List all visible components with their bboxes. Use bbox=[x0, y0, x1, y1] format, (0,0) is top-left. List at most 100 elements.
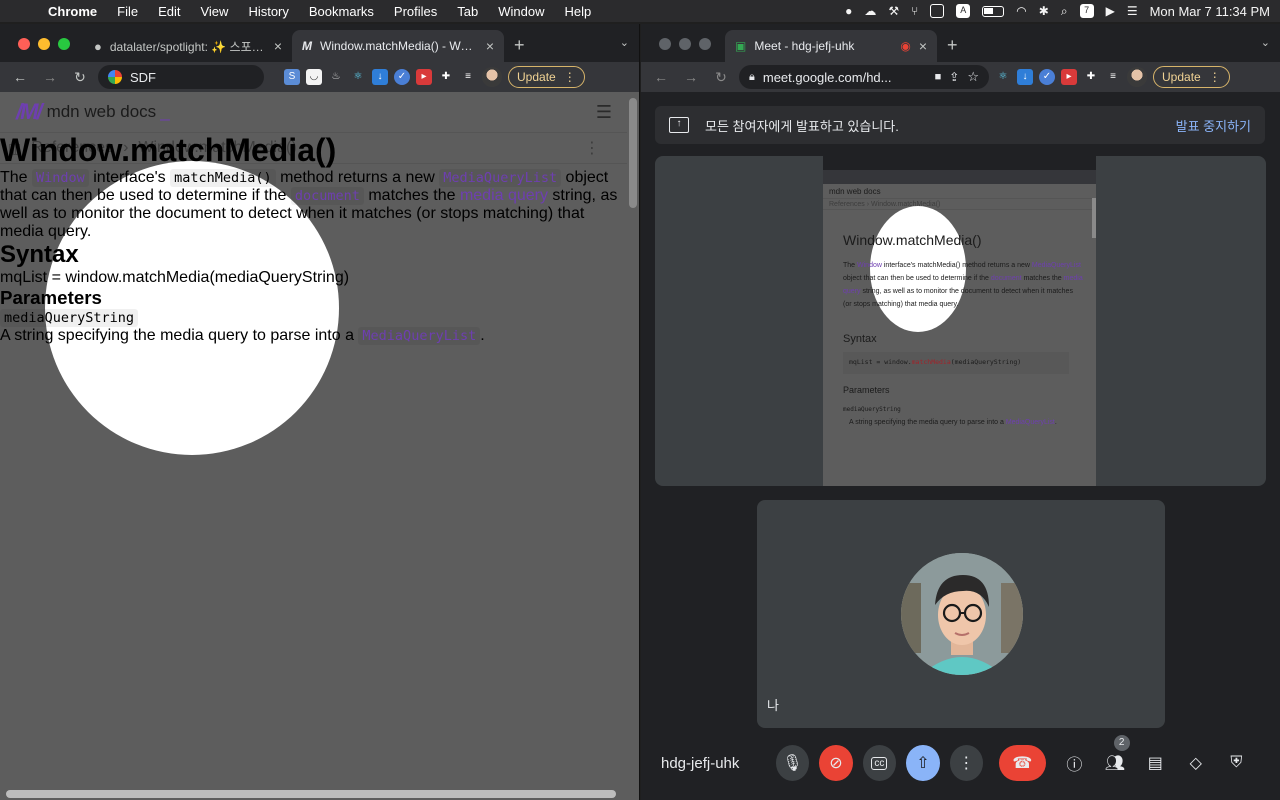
forward-icon[interactable]: → bbox=[38, 69, 62, 85]
menu-file[interactable]: File bbox=[107, 4, 148, 19]
extensions-puzzle-icon[interactable]: ✚ bbox=[438, 69, 454, 85]
hamburger-menu-icon[interactable]: ☰ bbox=[596, 102, 612, 123]
share-icon[interactable]: ⇪ bbox=[949, 70, 959, 84]
hammer-icon[interactable]: ⚒ bbox=[888, 4, 899, 18]
meeting-details-button[interactable]: ⓘ bbox=[1058, 745, 1091, 781]
react-devtools-icon[interactable]: ⚛ bbox=[995, 69, 1011, 85]
control-center-icon[interactable]: ☰ bbox=[1127, 4, 1138, 18]
menu-profiles[interactable]: Profiles bbox=[384, 4, 447, 19]
wifi-icon[interactable]: ◠ bbox=[1016, 4, 1026, 18]
menu-edit[interactable]: Edit bbox=[148, 4, 190, 19]
react-devtools-icon[interactable]: ⚛ bbox=[350, 69, 366, 85]
calendar-icon[interactable]: 7 bbox=[1079, 4, 1094, 18]
leave-call-button[interactable]: ☎︎ bbox=[999, 745, 1046, 781]
address-bar[interactable]: 🔒︎ meet.google.com/hd... ■ ⇪ ☆ bbox=[739, 65, 989, 89]
tab-mdn[interactable]: M Window.matchMedia() - Web A × bbox=[292, 30, 504, 62]
camera-off-button[interactable]: ⊘ bbox=[819, 745, 853, 781]
stop-presenting-button[interactable]: 발표 중지하기 bbox=[1176, 116, 1251, 135]
back-icon[interactable]: ← bbox=[649, 69, 673, 85]
reading-list-icon[interactable]: ≡ bbox=[460, 69, 476, 85]
menu-help[interactable]: Help bbox=[555, 4, 602, 19]
extension-blue-icon[interactable]: ✓ bbox=[394, 69, 410, 85]
close-tab-icon[interactable]: × bbox=[274, 38, 282, 54]
close-window-button[interactable] bbox=[18, 38, 30, 50]
download-extension-icon[interactable]: ↓ bbox=[372, 69, 388, 85]
reload-icon[interactable]: ↻ bbox=[709, 69, 733, 86]
spotlight-search-icon[interactable]: ⌕ bbox=[1061, 4, 1068, 19]
host-controls-button[interactable]: ⛨ bbox=[1220, 745, 1253, 781]
mediaquerylist-link[interactable]: MediaQueryList bbox=[439, 169, 562, 187]
minimize-window-button[interactable] bbox=[679, 38, 691, 50]
more-menu-icon[interactable]: ⋮ bbox=[1209, 67, 1221, 87]
zoom-window-button[interactable] bbox=[58, 38, 70, 50]
extension-cat-icon[interactable]: ◡ bbox=[306, 69, 322, 85]
self-video-tile[interactable]: 나 bbox=[757, 500, 1165, 728]
captions-button[interactable]: cc bbox=[862, 745, 897, 781]
self-avatar bbox=[901, 553, 1023, 675]
branch-icon[interactable]: ⑂ bbox=[911, 4, 918, 18]
clock[interactable]: Mon Mar 7 11:34 PM bbox=[1150, 4, 1270, 19]
more-options-button[interactable]: ⋮ bbox=[949, 745, 984, 781]
menu-tab[interactable]: Tab bbox=[447, 4, 488, 19]
present-now-button[interactable]: ⇧ bbox=[906, 745, 940, 781]
media-query-link[interactable]: media query bbox=[460, 187, 548, 204]
tab-search-chevron-icon[interactable]: ⌄ bbox=[620, 36, 629, 49]
bookmark-star-icon[interactable]: ☆ bbox=[967, 69, 979, 85]
window-link[interactable]: Window bbox=[32, 169, 89, 187]
extension-blue-icon[interactable]: ✓ bbox=[1039, 69, 1055, 85]
profile-avatar[interactable] bbox=[1127, 67, 1147, 87]
update-button[interactable]: Update ⋮ bbox=[1153, 66, 1230, 88]
zoom-window-button[interactable] bbox=[699, 38, 711, 50]
minimize-window-button[interactable] bbox=[38, 38, 50, 50]
menu-bookmarks[interactable]: Bookmarks bbox=[299, 4, 384, 19]
scrollbar-thumb[interactable] bbox=[6, 790, 616, 798]
back-icon[interactable]: ← bbox=[8, 69, 32, 85]
forward-icon[interactable]: → bbox=[679, 69, 703, 85]
chat-button[interactable]: ▤ bbox=[1139, 745, 1172, 781]
extension-red-icon[interactable]: ▸ bbox=[416, 69, 432, 85]
camera-icon[interactable]: ■ bbox=[935, 71, 942, 83]
microphone-button[interactable]: 🎙︎ bbox=[775, 745, 810, 781]
new-tab-button[interactable]: + bbox=[504, 30, 535, 62]
window-icon[interactable] bbox=[930, 4, 945, 18]
menu-history[interactable]: History bbox=[238, 4, 298, 19]
bluetooth-icon[interactable]: ✱ bbox=[1039, 4, 1049, 18]
activities-button[interactable]: ◇ bbox=[1179, 745, 1212, 781]
more-menu-icon[interactable]: ⋮ bbox=[564, 67, 576, 87]
tab-search-chevron-icon[interactable]: ⌄ bbox=[1261, 36, 1270, 49]
mdn-logo-icon[interactable]: /M/ bbox=[16, 99, 43, 125]
download-extension-icon[interactable]: ↓ bbox=[1017, 69, 1033, 85]
reading-list-icon[interactable]: ≡ bbox=[1105, 69, 1121, 85]
tab-github[interactable]: ● datalater/spotlight: ✨ 스포트라이 × bbox=[84, 30, 292, 62]
tab-meet[interactable]: ▣ Meet - hdg-jefj-uhk ◉ × bbox=[725, 30, 937, 62]
preview-text: . bbox=[1054, 419, 1057, 426]
reload-icon[interactable]: ↻ bbox=[68, 69, 92, 86]
notification-app-icon[interactable]: ● bbox=[845, 4, 852, 18]
update-button[interactable]: Update ⋮ bbox=[508, 66, 585, 88]
menu-window[interactable]: Window bbox=[488, 4, 554, 19]
menu-view[interactable]: View bbox=[190, 4, 238, 19]
address-bar[interactable]: SDF bbox=[98, 65, 264, 89]
cloud-app-icon[interactable]: ☁ bbox=[864, 4, 876, 18]
play-icon[interactable]: ▶ bbox=[1106, 4, 1115, 18]
scrollbar-thumb[interactable] bbox=[629, 98, 637, 208]
close-window-button[interactable] bbox=[659, 38, 671, 50]
input-source-icon[interactable]: A bbox=[956, 4, 971, 18]
horizontal-scrollbar[interactable] bbox=[0, 788, 628, 800]
mdn-logo-text[interactable]: mdn web docs bbox=[47, 102, 157, 122]
vertical-scrollbar[interactable] bbox=[627, 92, 639, 800]
close-tab-icon[interactable]: × bbox=[486, 38, 494, 54]
extensions-puzzle-icon[interactable]: ✚ bbox=[1083, 69, 1099, 85]
extension-red-icon[interactable]: ▸ bbox=[1061, 69, 1077, 85]
document-link[interactable]: document bbox=[290, 187, 364, 205]
new-tab-button[interactable]: + bbox=[937, 30, 968, 62]
extension-s-icon[interactable]: S bbox=[284, 69, 300, 85]
presentation-tile[interactable]: mdn web docs References › Window.matchMe… bbox=[655, 156, 1266, 486]
menu-chrome[interactable]: Chrome bbox=[38, 4, 107, 19]
people-button[interactable]: 👥︎ 2 bbox=[1098, 735, 1131, 781]
profile-avatar[interactable] bbox=[482, 67, 502, 87]
extension-lamp-icon[interactable]: ♨ bbox=[328, 69, 344, 85]
close-tab-icon[interactable]: × bbox=[919, 38, 927, 54]
battery-icon[interactable] bbox=[982, 5, 1005, 17]
mediaquerylist-link[interactable]: MediaQueryList bbox=[358, 327, 481, 345]
